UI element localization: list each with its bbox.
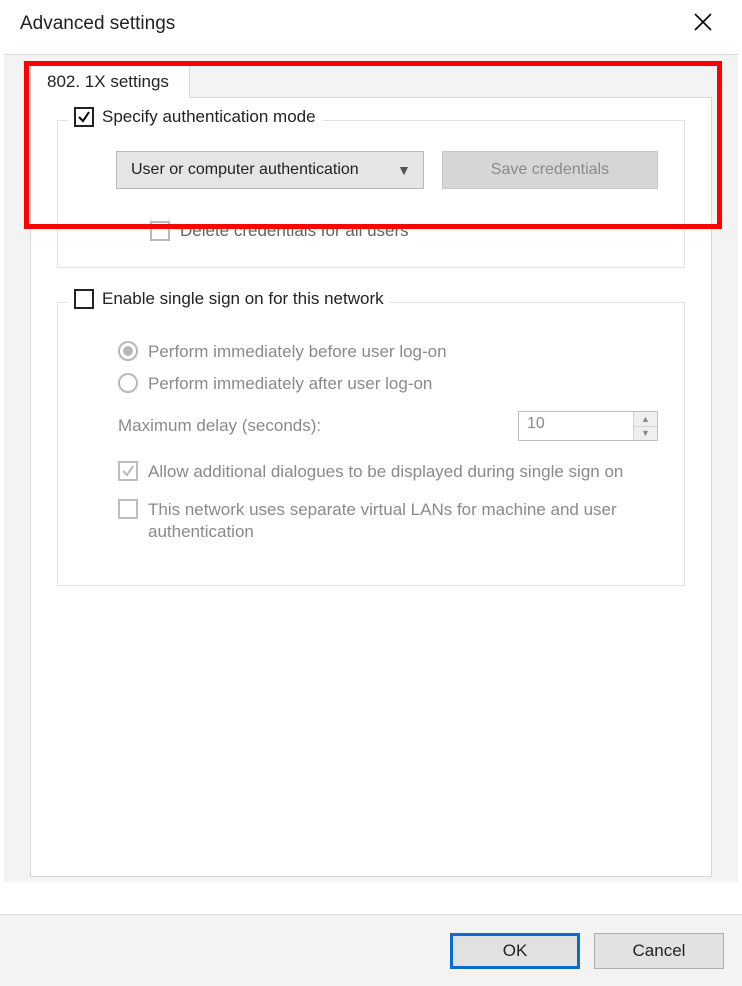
cancel-button-label: Cancel	[633, 941, 686, 961]
sso-separate-vlan-checkbox[interactable]	[118, 499, 138, 519]
sso-allow-dialogs-row: Allow additional dialogues to be display…	[118, 461, 658, 483]
sso-separate-vlan-label: This network uses separate virtual LANs …	[148, 499, 648, 543]
sso-before-radio[interactable]	[118, 341, 138, 361]
sso-group: Enable single sign on for this network P…	[57, 302, 685, 586]
save-credentials-label: Save credentials	[491, 161, 609, 179]
spin-down-icon[interactable]: ▼	[634, 426, 657, 441]
tabstrip: 802. 1X settings	[4, 63, 738, 97]
close-icon	[694, 13, 712, 31]
ok-button[interactable]: OK	[450, 933, 580, 969]
sso-allow-dialogs-label: Allow additional dialogues to be display…	[148, 461, 623, 483]
spin-up-icon[interactable]: ▲	[634, 412, 657, 426]
cancel-button[interactable]: Cancel	[594, 933, 724, 969]
sso-separate-vlan-row: This network uses separate virtual LANs …	[118, 499, 658, 543]
sso-before-row: Perform immediately before user log-on	[118, 341, 658, 363]
close-button[interactable]	[684, 8, 722, 40]
tab-8021x-settings[interactable]: 802. 1X settings	[30, 65, 190, 98]
sso-after-label: Perform immediately after user log-on	[148, 373, 432, 395]
sso-delay-row: Maximum delay (seconds): 10 ▲ ▼	[118, 411, 658, 441]
check-icon	[77, 110, 91, 124]
sso-allow-dialogs-checkbox[interactable]	[118, 461, 138, 481]
delete-credentials-row: Delete credentials for all users	[150, 221, 658, 241]
delete-credentials-checkbox[interactable]	[150, 221, 170, 241]
delete-credentials-label: Delete credentials for all users	[180, 221, 409, 241]
sso-delay-spinbox[interactable]: 10 ▲ ▼	[518, 411, 658, 441]
sso-before-label: Perform immediately before user log-on	[148, 341, 447, 363]
sso-after-row: Perform immediately after user log-on	[118, 373, 658, 395]
save-credentials-button[interactable]: Save credentials	[442, 151, 658, 189]
specify-auth-mode-checkbox[interactable]	[74, 107, 94, 127]
spin-arrows: ▲ ▼	[633, 412, 657, 440]
sso-after-radio[interactable]	[118, 373, 138, 393]
chevron-down-icon: ▼	[397, 162, 411, 178]
titlebar: Advanced settings	[0, 0, 742, 54]
sso-delay-value: 10	[519, 412, 633, 440]
content-area: 802. 1X settings Specify authentication …	[4, 54, 738, 882]
enable-sso-checkbox[interactable]	[74, 289, 94, 309]
auth-mode-select[interactable]: User or computer authentication ▼	[116, 151, 424, 189]
sso-legend: Enable single sign on for this network	[68, 289, 390, 309]
auth-mode-legend-label: Specify authentication mode	[102, 107, 316, 127]
auth-mode-row: User or computer authentication ▼ Save c…	[116, 151, 658, 189]
advanced-settings-dialog: Advanced settings 802. 1X settings	[0, 0, 742, 986]
auth-mode-legend: Specify authentication mode	[68, 107, 322, 127]
radio-dot-icon	[123, 346, 133, 356]
check-icon	[121, 464, 135, 478]
auth-mode-group: Specify authentication mode User or comp…	[57, 120, 685, 268]
dialog-title: Advanced settings	[20, 13, 175, 35]
dialog-footer: OK Cancel	[0, 914, 742, 986]
ok-button-label: OK	[503, 941, 528, 961]
auth-mode-select-value: User or computer authentication	[131, 161, 359, 179]
tab-panel: Specify authentication mode User or comp…	[30, 97, 712, 877]
sso-legend-label: Enable single sign on for this network	[102, 289, 384, 309]
sso-delay-label: Maximum delay (seconds):	[118, 416, 321, 436]
